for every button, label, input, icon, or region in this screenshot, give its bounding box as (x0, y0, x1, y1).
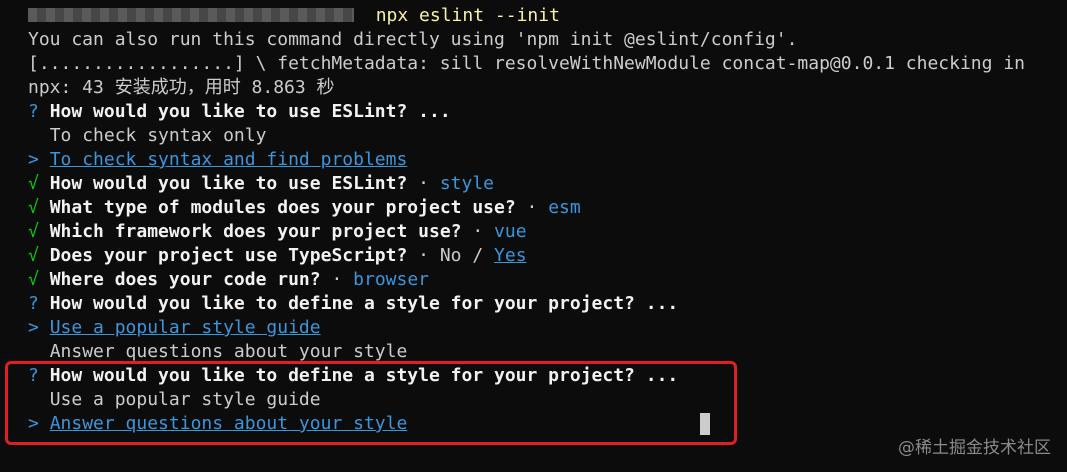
question-line: ? How would you like to use ESLint? ... (28, 101, 451, 122)
output-line: npx: 43 安装成功，用时 8.863 秒 (28, 77, 335, 98)
check-icon: √ (28, 197, 39, 218)
option-line[interactable]: To check syntax only (28, 124, 1067, 148)
check-icon: √ (28, 245, 39, 266)
terminal-window[interactable]: npx eslint --init You can also run this … (0, 0, 1067, 472)
highlight-annotation-box (5, 361, 737, 445)
answered-line: √ What type of modules does your project… (28, 197, 581, 218)
answered-line: √ Where does your code run? · browser (28, 269, 429, 290)
check-icon: √ (28, 221, 39, 242)
answered-line: √ How would you like to use ESLint? · st… (28, 173, 495, 194)
answered-line: √ Which framework does your project use?… (28, 221, 527, 242)
watermark: @稀土掘金技术社区 (898, 438, 1051, 458)
output-line: You can also run this command directly u… (28, 29, 798, 50)
text-cursor (700, 413, 710, 435)
option-line-selected[interactable]: > Use a popular style guide (28, 316, 1067, 340)
prompt-line: npx eslint --init (28, 4, 1067, 28)
command-text: npx eslint --init (375, 5, 560, 26)
redacted-path (28, 7, 354, 22)
pointer-icon: > (28, 317, 39, 338)
check-icon: √ (28, 173, 39, 194)
question-line: ? How would you like to define a style f… (28, 293, 679, 314)
output-line: [..................] \ fetchMetadata: si… (28, 53, 1025, 74)
check-icon: √ (28, 269, 39, 290)
pointer-icon: > (28, 149, 39, 170)
answered-line: √ Does your project use TypeScript? · No… (28, 245, 527, 266)
question-mark-icon: ? (28, 101, 39, 122)
option-line-selected[interactable]: > To check syntax and find problems (28, 148, 1067, 172)
question-mark-icon: ? (28, 293, 39, 314)
